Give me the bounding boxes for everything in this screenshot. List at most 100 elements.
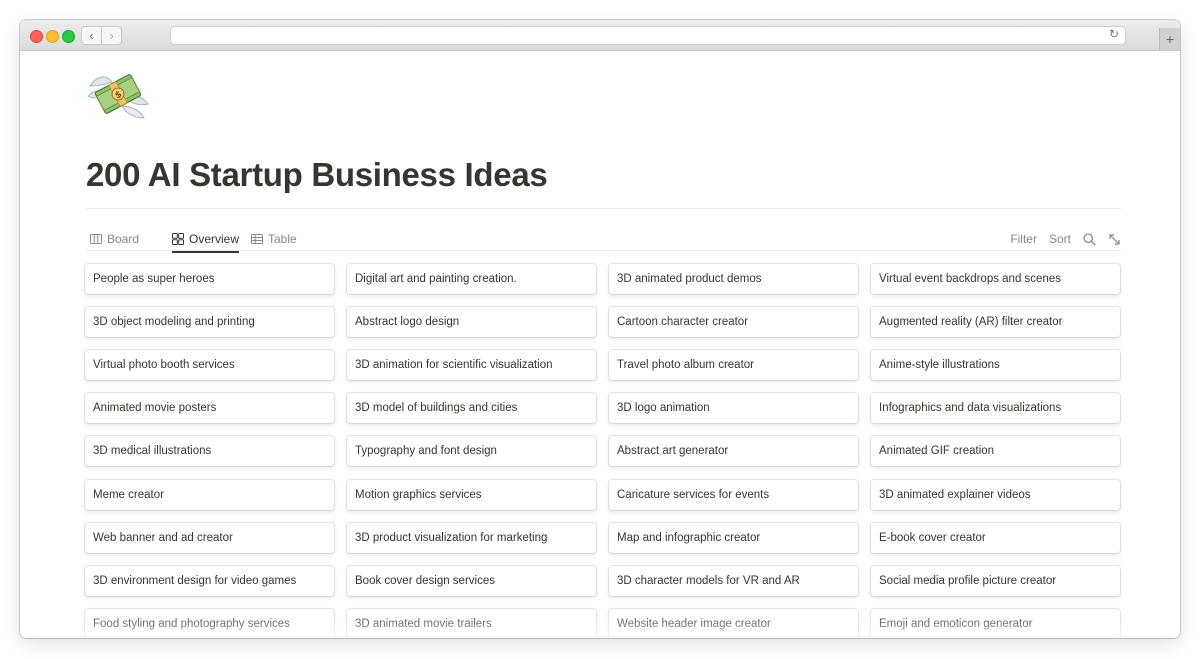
gallery-card[interactable]: Abstract logo design bbox=[347, 307, 596, 337]
table-icon bbox=[251, 234, 263, 244]
gallery-card-title: Anime-style illustrations bbox=[879, 359, 1000, 371]
zoom-window-button[interactable] bbox=[62, 30, 75, 43]
gallery-card-title: 3D environment design for video games bbox=[93, 575, 297, 587]
gallery-card[interactable]: 3D environment design for video games bbox=[85, 566, 334, 596]
gallery-card-title: Website header image creator bbox=[617, 618, 771, 630]
gallery-card[interactable]: Travel photo album creator bbox=[609, 350, 858, 380]
gallery-card[interactable]: People as super heroes bbox=[85, 264, 334, 294]
gallery-card-title: 3D object modeling and printing bbox=[93, 316, 255, 328]
gallery-card[interactable]: Cartoon character creator bbox=[609, 307, 858, 337]
gallery-icon bbox=[172, 233, 184, 245]
gallery-card-title: Abstract logo design bbox=[355, 316, 460, 328]
gallery-card[interactable]: Augmented reality (AR) filter creator bbox=[871, 307, 1120, 337]
money-with-wings-icon[interactable]: $ bbox=[86, 66, 150, 122]
gallery-card[interactable]: Animated movie posters bbox=[85, 393, 334, 423]
gallery-card-title: 3D logo animation bbox=[617, 402, 710, 414]
chevron-left-icon: ‹ bbox=[89, 28, 94, 43]
gallery-card[interactable]: Abstract art generator bbox=[609, 436, 858, 466]
gallery-card-title: 3D product visualization for marketing bbox=[355, 532, 548, 544]
gallery-card[interactable]: Caricature services for events bbox=[609, 480, 858, 510]
gallery-card-title: Cartoon character creator bbox=[617, 316, 749, 328]
view-tools: Filter Sort bbox=[1010, 227, 1121, 251]
filter-button[interactable]: Filter bbox=[1010, 232, 1037, 246]
gallery-card[interactable]: 3D animation for scientific visualizatio… bbox=[347, 350, 596, 380]
gallery-card-title: 3D animated product demos bbox=[617, 273, 762, 285]
gallery-card[interactable]: Web banner and ad creator bbox=[85, 523, 334, 553]
gallery-card-title: Abstract art generator bbox=[617, 445, 729, 457]
tab-board[interactable]: Board bbox=[90, 227, 139, 251]
minimize-window-button[interactable] bbox=[46, 30, 59, 43]
gallery-card-title: Map and infographic creator bbox=[617, 532, 761, 544]
gallery-card-title: Animated GIF creation bbox=[879, 445, 995, 457]
new-tab-button[interactable]: + bbox=[1159, 28, 1180, 50]
gallery-card[interactable]: 3D model of buildings and cities bbox=[347, 393, 596, 423]
gallery-card[interactable]: Motion graphics services bbox=[347, 480, 596, 510]
gallery-card-title: Web banner and ad creator bbox=[93, 532, 233, 544]
expand-icon[interactable] bbox=[1108, 233, 1121, 246]
gallery-card[interactable]: 3D character models for VR and AR bbox=[609, 566, 858, 596]
gallery-card[interactable]: 3D medical illustrations bbox=[85, 436, 334, 466]
browser-window: ‹ › ↻ + $ 200 AI Startup Business Ideas bbox=[20, 20, 1180, 638]
gallery-card[interactable]: 3D logo animation bbox=[609, 393, 858, 423]
gallery-card-title: E-book cover creator bbox=[879, 532, 986, 544]
gallery-card-title: 3D animated explainer videos bbox=[879, 489, 1031, 501]
gallery-card[interactable]: Social media profile picture creator bbox=[871, 566, 1120, 596]
view-divider bbox=[86, 250, 1121, 251]
gallery-card[interactable]: Food styling and photography services bbox=[85, 609, 334, 638]
gallery-card[interactable]: 3D animated explainer videos bbox=[871, 480, 1120, 510]
reload-icon[interactable]: ↻ bbox=[1109, 27, 1119, 41]
gallery-card-title: Travel photo album creator bbox=[617, 359, 755, 371]
gallery-card[interactable]: Virtual photo booth services bbox=[85, 350, 334, 380]
gallery-card-title: Meme creator bbox=[93, 489, 164, 501]
gallery-card[interactable]: Typography and font design bbox=[347, 436, 596, 466]
forward-button[interactable]: › bbox=[101, 26, 122, 45]
gallery-card-title: People as super heroes bbox=[93, 273, 215, 285]
title-divider bbox=[86, 208, 1121, 209]
gallery-card[interactable]: Digital art and painting creation. bbox=[347, 264, 596, 294]
gallery-card[interactable]: Website header image creator bbox=[609, 609, 858, 638]
gallery-card-title: 3D medical illustrations bbox=[93, 445, 212, 457]
gallery-card[interactable]: 3D animated product demos bbox=[609, 264, 858, 294]
gallery-card[interactable]: E-book cover creator bbox=[871, 523, 1120, 553]
back-button[interactable]: ‹ bbox=[81, 26, 102, 45]
gallery-card-title: Infographics and data visualizations bbox=[879, 402, 1062, 414]
gallery-card-title: Food styling and photography services bbox=[93, 618, 290, 630]
gallery-card-title: 3D animation for scientific visualizatio… bbox=[355, 359, 553, 371]
tab-table[interactable]: Table bbox=[251, 227, 297, 251]
gallery-card[interactable]: Infographics and data visualizations bbox=[871, 393, 1120, 423]
gallery-card-title: Social media profile picture creator bbox=[879, 575, 1057, 587]
tab-overview[interactable]: Overview bbox=[172, 227, 240, 253]
gallery-card-title: Digital art and painting creation. bbox=[355, 273, 517, 285]
address-bar[interactable]: ↻ bbox=[170, 26, 1126, 45]
gallery-card[interactable]: Meme creator bbox=[85, 480, 334, 510]
page-title: 200 AI Startup Business Ideas bbox=[86, 156, 548, 193]
tab-table-label: Table bbox=[268, 232, 297, 246]
gallery-card-title: Book cover design services bbox=[355, 575, 495, 587]
gallery-card-title: 3D character models for VR and AR bbox=[617, 575, 800, 587]
gallery-card[interactable]: Anime-style illustrations bbox=[871, 350, 1120, 380]
gallery-card[interactable]: 3D product visualization for marketing bbox=[347, 523, 596, 553]
close-window-button[interactable] bbox=[30, 30, 43, 43]
gallery-card[interactable]: Book cover design services bbox=[347, 566, 596, 596]
plus-icon: + bbox=[1165, 31, 1175, 47]
gallery-card-title: Virtual event backdrops and scenes bbox=[879, 273, 1061, 285]
search-icon[interactable] bbox=[1083, 232, 1096, 246]
gallery-card-title: Animated movie posters bbox=[93, 402, 217, 414]
gallery-card-title: Motion graphics services bbox=[355, 489, 482, 501]
gallery-card[interactable]: Animated GIF creation bbox=[871, 436, 1120, 466]
tab-board-label: Board bbox=[107, 232, 140, 246]
database-view-bar: Board Overview Table Filter Sort bbox=[86, 221, 1121, 253]
gallery-card[interactable]: Virtual event backdrops and scenes bbox=[871, 264, 1120, 294]
gallery-card[interactable]: 3D object modeling and printing bbox=[85, 307, 334, 337]
sort-button[interactable]: Sort bbox=[1049, 232, 1071, 246]
gallery-card-title: 3D animated movie trailers bbox=[355, 618, 492, 630]
gallery-card[interactable]: 3D animated movie trailers bbox=[347, 609, 596, 638]
gallery-card[interactable]: Emoji and emoticon generator bbox=[871, 609, 1120, 638]
gallery-card-title: 3D model of buildings and cities bbox=[355, 402, 518, 414]
chevron-right-icon: › bbox=[109, 28, 114, 43]
gallery-card-title: Augmented reality (AR) filter creator bbox=[879, 316, 1063, 328]
board-icon bbox=[90, 234, 102, 244]
gallery-card-title: Emoji and emoticon generator bbox=[879, 618, 1033, 630]
gallery-card[interactable]: Map and infographic creator bbox=[609, 523, 858, 553]
page-content: $ 200 AI Startup Business Ideas Board Ov… bbox=[20, 51, 1180, 638]
